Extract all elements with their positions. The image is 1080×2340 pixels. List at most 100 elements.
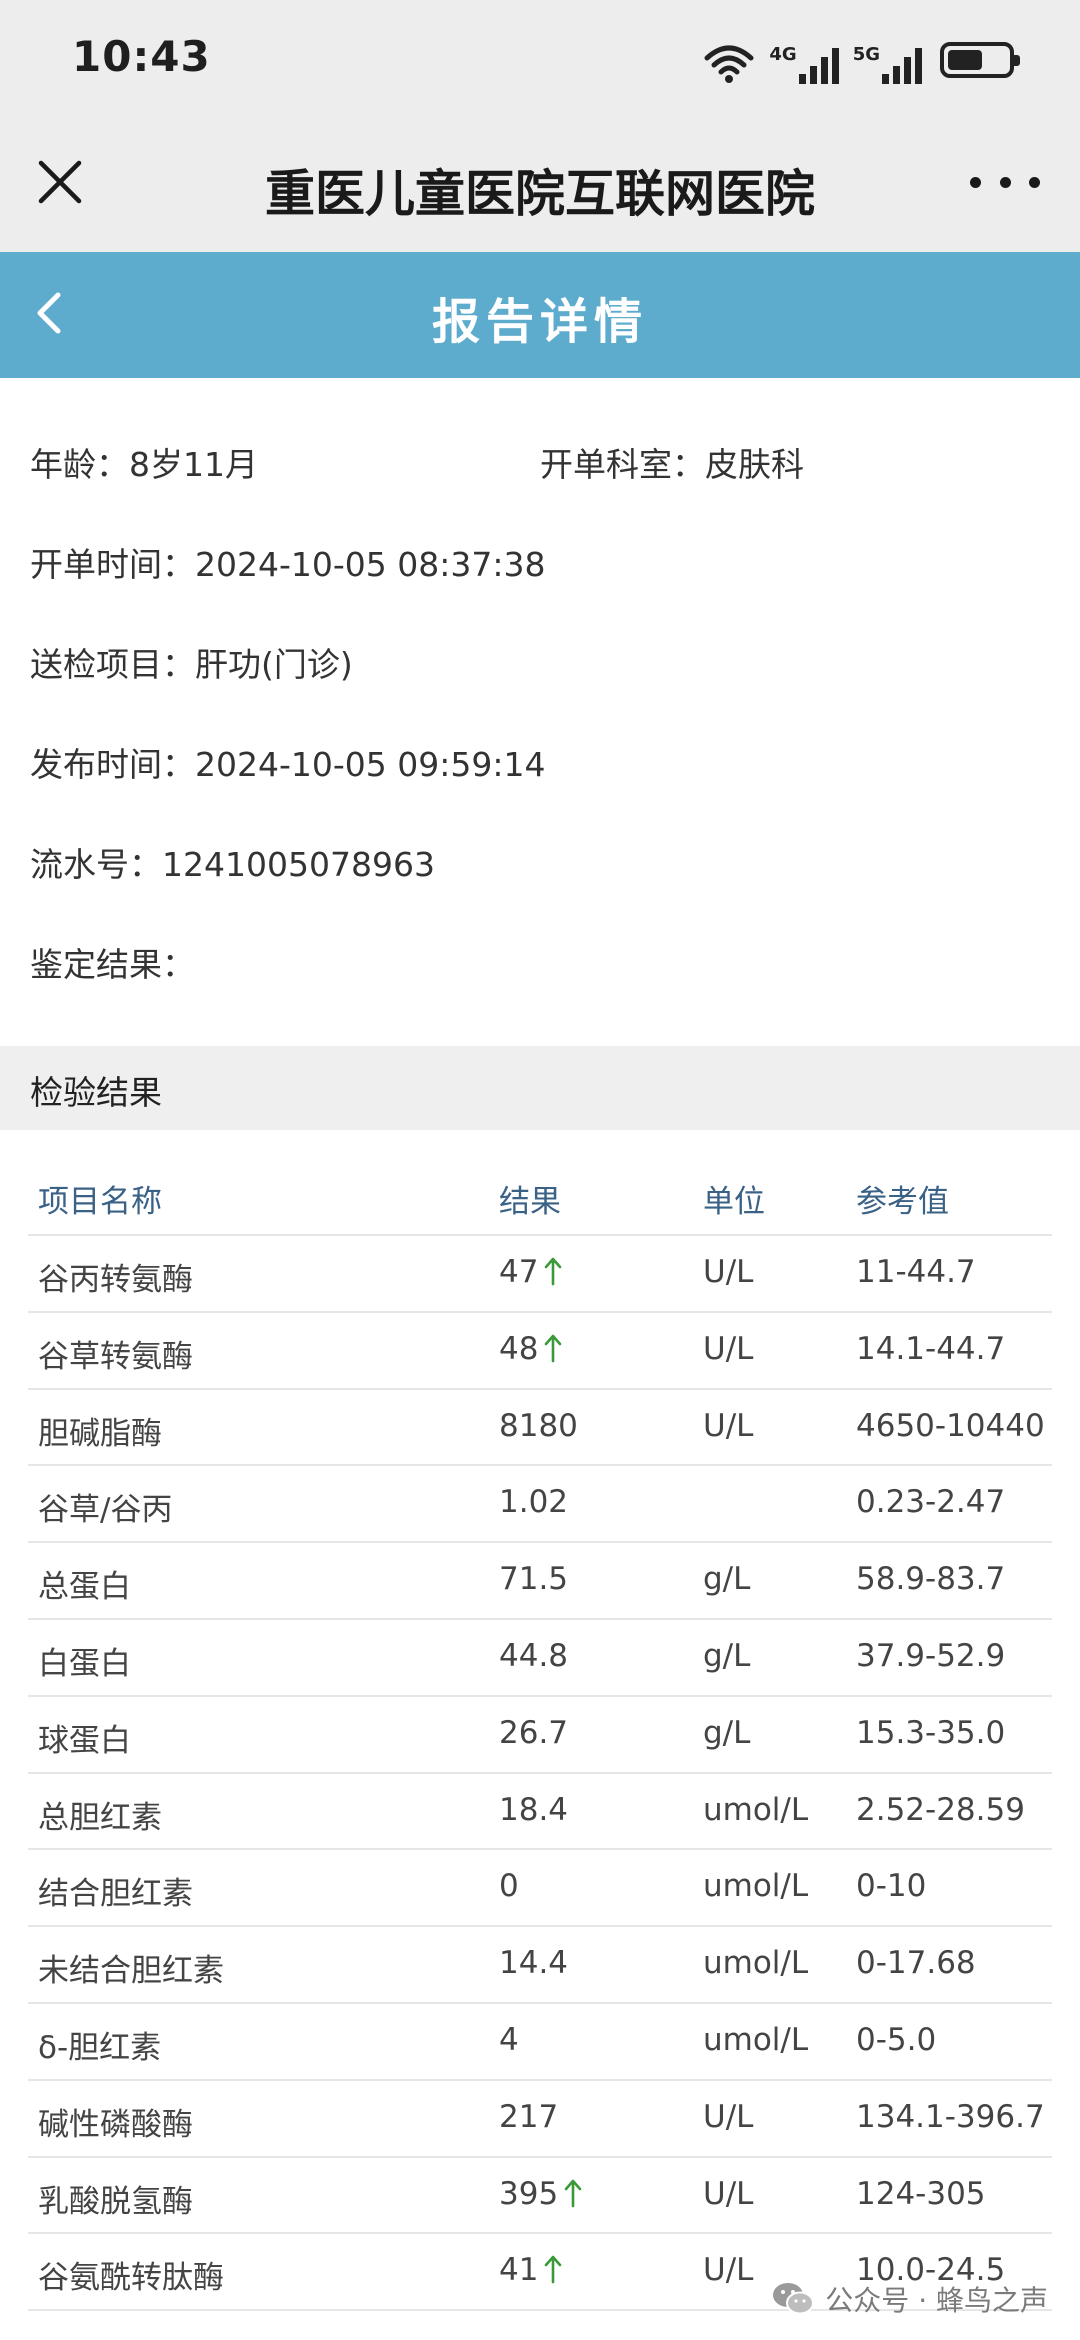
table-row: 谷丙转氨酶 47 U/L 11-44.7 xyxy=(28,1236,1052,1313)
test-reference: 37.9-52.9 xyxy=(856,1637,1006,1674)
signal-4g-icon: 4G xyxy=(769,44,839,84)
test-reference-cell: 134.1-396.7 xyxy=(856,2099,1045,2135)
test-unit-cell: U/L xyxy=(703,1408,753,1444)
dept-label: 开单科室： xyxy=(540,445,705,484)
test-reference-cell: 2.52-28.59 xyxy=(856,1792,1025,1828)
test-unit: g/L xyxy=(703,1637,751,1674)
test-name-cell: 白蛋白 xyxy=(38,1638,131,1683)
test-reference-cell: 15.3-35.0 xyxy=(856,1715,1005,1751)
network-5g-label: 5G xyxy=(852,44,880,65)
table-row: 谷草/谷丙 1.02 0.23-2.47 xyxy=(28,1466,1052,1544)
test-name-cell: 谷氨酰转肽酶 xyxy=(38,2252,224,2297)
publish-time-label: 发布时间： xyxy=(30,745,195,784)
test-unit: U/L xyxy=(703,1407,754,1444)
test-reference: 0-17.68 xyxy=(856,1945,976,1982)
test-result: 18.4 xyxy=(499,1791,569,1828)
network-4g-label: 4G xyxy=(769,44,797,65)
page-header: 报告详情 xyxy=(0,252,1080,378)
dept-value: 皮肤科 xyxy=(705,445,804,484)
test-unit: U/L xyxy=(703,1330,754,1367)
more-button[interactable] xyxy=(970,164,1040,200)
table-row: 未结合胆红素 14.4 umol/L 0-17.68 xyxy=(28,1927,1052,2004)
test-reference: 4650-10440 xyxy=(856,1407,1045,1444)
test-name-cell: 碱性磷酸酶 xyxy=(38,2099,193,2144)
test-reference-cell: 124-305 xyxy=(856,2176,986,2212)
section-title: 检验结果 xyxy=(30,1073,162,1112)
publish-time-row: 发布时间：2024-10-05 09:59:14 xyxy=(30,738,545,786)
test-result: 71.5 xyxy=(499,1561,569,1598)
test-unit-cell: U/L xyxy=(703,1254,753,1290)
dept-row: 开单科室：皮肤科 xyxy=(540,438,804,486)
test-unit-cell: U/L xyxy=(703,2099,753,2135)
table-row: 碱性磷酸酶 217 U/L 134.1-396.7 xyxy=(28,2081,1052,2158)
test-unit-cell: U/L xyxy=(703,2252,753,2288)
test-name: 乳酸脱氢酶 xyxy=(38,2183,193,2220)
age-label: 年龄： xyxy=(30,445,129,484)
test-reference-cell: 0-17.68 xyxy=(856,1945,976,1981)
test-reference-cell: 14.1-44.7 xyxy=(856,1331,1005,1367)
serial-row: 流水号：1241005078963 xyxy=(30,838,435,886)
test-reference: 2.52-28.59 xyxy=(856,1791,1025,1828)
test-result: 48 xyxy=(499,1330,539,1367)
column-header-result: 结果 xyxy=(499,1184,561,1220)
status-time: 10:43 xyxy=(72,32,211,81)
test-name: 胆碱脂酶 xyxy=(38,1415,162,1452)
test-unit-cell: U/L xyxy=(703,1331,753,1367)
test-result-cell: 8180 xyxy=(499,1408,578,1444)
age-row: 年龄：8岁11月 xyxy=(30,438,258,486)
test-name: 谷氨酰转肽酶 xyxy=(38,2260,224,2297)
conclusion-label: 鉴定结果： xyxy=(30,945,195,984)
table-row: 胆碱脂酶 8180 U/L 4650-10440 xyxy=(28,1390,1052,1467)
test-name: 谷丙转氨酶 xyxy=(38,1262,193,1298)
table-header: 项目名称 结果 单位 参考值 xyxy=(28,1148,1052,1236)
up-arrow-icon xyxy=(544,1256,562,1294)
test-result-cell: 18.4 xyxy=(499,1792,568,1828)
up-arrow-icon xyxy=(544,2254,562,2292)
test-reference: 0-5.0 xyxy=(856,2021,937,2058)
test-result: 8180 xyxy=(499,1407,578,1444)
test-result: 0 xyxy=(499,1868,519,1905)
test-unit-cell: g/L xyxy=(703,1715,750,1751)
test-result-cell: 47 xyxy=(499,1254,562,1294)
test-result-cell: 1.02 xyxy=(499,1484,568,1520)
test-unit: U/L xyxy=(703,2252,754,2289)
test-reference: 15.3-35.0 xyxy=(856,1714,1006,1751)
item-row: 送检项目：肝功(门诊) xyxy=(30,638,353,686)
test-result-cell: 0 xyxy=(499,1868,519,1904)
test-unit: U/L xyxy=(703,2098,754,2135)
order-time-value: 2024-10-05 08:37:38 xyxy=(195,545,546,584)
conclusion-row: 鉴定结果： xyxy=(30,938,195,986)
test-unit-cell: umol/L xyxy=(703,1792,808,1828)
test-unit-cell: U/L xyxy=(703,2176,753,2212)
test-result-cell: 71.5 xyxy=(499,1561,568,1597)
test-reference-cell: 58.9-83.7 xyxy=(856,1561,1005,1597)
column-header-name: 项目名称 xyxy=(38,1184,162,1220)
test-unit: umol/L xyxy=(703,1868,809,1905)
app-title: 重医儿童医院互联网医院 xyxy=(265,165,815,223)
test-reference: 58.9-83.7 xyxy=(856,1561,1006,1598)
up-arrow-icon xyxy=(564,2178,582,2216)
test-unit-cell: g/L xyxy=(703,1561,750,1597)
test-result-cell: 48 xyxy=(499,1331,562,1371)
table-body: 谷丙转氨酶 47 U/L 11-44.7 谷草转氨酶 48 U/L 14.1-44.7 胆碱脂酶… xyxy=(28,1236,1052,2312)
test-reference: 134.1-396.7 xyxy=(856,2098,1045,2135)
watermark-text: 公众号 · 蜂鸟之声 xyxy=(825,2284,1048,2317)
test-reference-cell: 0.23-2.47 xyxy=(856,1484,1005,1520)
test-unit: umol/L xyxy=(703,1945,809,1982)
test-result: 44.8 xyxy=(499,1637,569,1674)
test-result-cell: 395 xyxy=(499,2176,582,2216)
serial-label: 流水号： xyxy=(30,845,162,884)
wechat-icon xyxy=(773,2283,815,2315)
test-name: 未结合胆红素 xyxy=(38,1953,224,1990)
serial-value: 1241005078963 xyxy=(162,845,435,884)
results-table: 项目名称 结果 单位 参考值 谷丙转氨酶 47 U/L 11-44.7 谷草转氨酶 48 U… xyxy=(28,1148,1052,2312)
test-reference: 11-44.7 xyxy=(856,1254,976,1290)
test-name: 碱性磷酸酶 xyxy=(38,2106,193,2143)
wifi-icon xyxy=(703,42,755,84)
test-name-cell: 球蛋白 xyxy=(38,1715,131,1760)
page-title: 报告详情 xyxy=(431,294,648,350)
table-row: 总蛋白 71.5 g/L 58.9-83.7 xyxy=(28,1543,1052,1620)
test-result-cell: 44.8 xyxy=(499,1638,568,1674)
test-name: 谷草转氨酶 xyxy=(38,1338,193,1375)
test-name: 总蛋白 xyxy=(38,1569,131,1606)
